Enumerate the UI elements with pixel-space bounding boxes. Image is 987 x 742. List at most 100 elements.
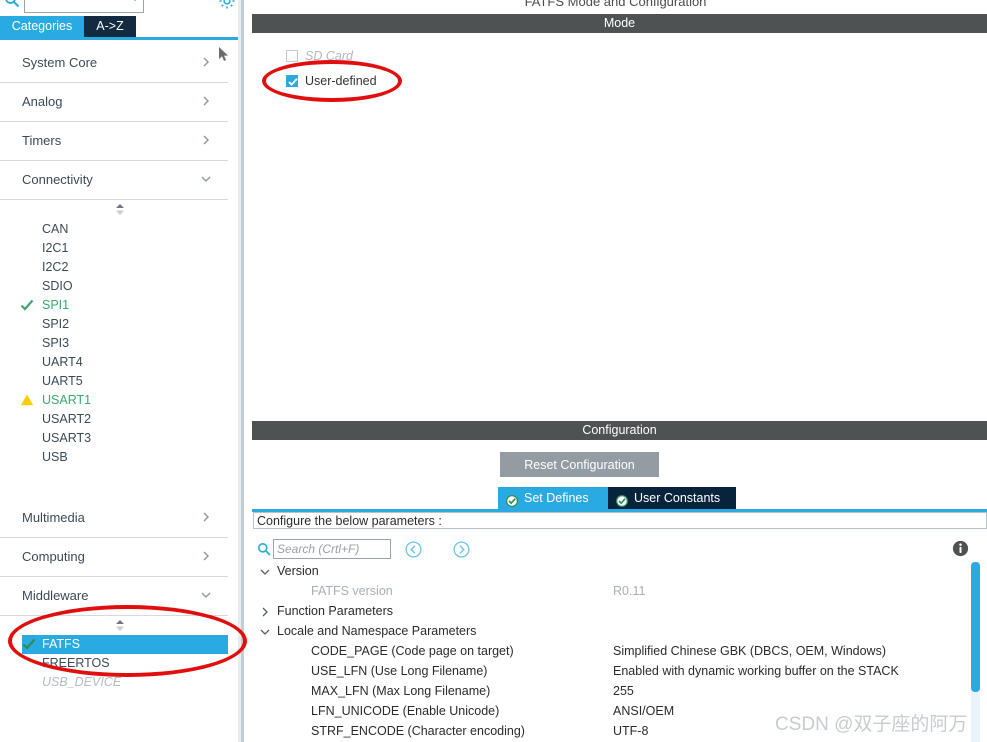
sidebar-tab-underline xyxy=(0,37,244,40)
peripheral-label: USB xyxy=(42,450,68,464)
peripheral-label: UART5 xyxy=(42,374,83,388)
check-icon xyxy=(20,298,34,312)
tree-group-label: Version xyxy=(277,564,319,578)
sidebar-item-uart4[interactable]: UART4 xyxy=(0,353,228,372)
parameter-value: 255 xyxy=(613,684,634,698)
sidebar-item-label: Timers xyxy=(22,133,62,148)
sidebar-item-i2c2[interactable]: I2C2 xyxy=(0,258,228,277)
sidebar-item-middleware[interactable]: Middleware xyxy=(0,577,228,616)
check-circle-icon xyxy=(615,492,629,508)
parameter-name: LFN_UNICODE (Enable Unicode) xyxy=(311,704,500,718)
sidebar-item-spi2[interactable]: SPI2 xyxy=(0,315,228,334)
sidebar-item-system-core[interactable]: System Core xyxy=(0,44,228,83)
sidebar-item-label: Multimedia xyxy=(22,510,85,525)
sidebar-item-usart1[interactable]: USART1 xyxy=(0,391,228,410)
peripheral-label: CAN xyxy=(42,222,69,236)
peripheral-label: SPI2 xyxy=(42,317,70,331)
sidebar-topbar xyxy=(0,0,244,17)
tab-user-constants[interactable]: User Constants xyxy=(608,487,736,509)
checkbox-label: User-defined xyxy=(305,74,377,88)
info-icon[interactable] xyxy=(952,540,969,557)
peripheral-label: UART4 xyxy=(42,355,83,369)
tab-set-defines[interactable]: Set Defines xyxy=(498,487,608,509)
sidebar-item-spi3[interactable]: SPI3 xyxy=(0,334,228,353)
middleware-label: USB_DEVICE xyxy=(42,675,122,689)
tab-a-to-z[interactable]: A->Z xyxy=(84,16,136,37)
peripheral-label: USART3 xyxy=(42,431,92,445)
scroll-nub-icon[interactable] xyxy=(113,619,127,632)
gear-icon[interactable] xyxy=(218,0,236,10)
parameter-value: Simplified Chinese GBK (DBCS, OEM, Windo… xyxy=(613,644,886,658)
table-row[interactable]: USE_LFN (Use Long Filename) Enabled with… xyxy=(253,662,971,682)
chevron-right-icon xyxy=(200,511,212,523)
chevron-down-icon xyxy=(200,173,212,185)
table-row[interactable]: MAX_LFN (Max Long Filename) 255 xyxy=(253,682,971,702)
scrollbar-thumb[interactable] xyxy=(971,562,980,692)
tab-label: Set Defines xyxy=(524,491,589,505)
sidebar-item-sdio[interactable]: SDIO xyxy=(0,277,228,296)
sidebar-item-label: Middleware xyxy=(22,588,89,603)
parameter-name: FATFS version xyxy=(311,584,393,598)
search-input[interactable] xyxy=(273,539,391,559)
peripheral-label: USART2 xyxy=(42,412,92,426)
sidebar-item-uart5[interactable]: UART5 xyxy=(0,372,228,391)
circle-forward-arrow-icon[interactable] xyxy=(453,541,470,558)
tab-label: User Constants xyxy=(634,491,721,505)
sidebar-item-computing[interactable]: Computing xyxy=(0,538,228,577)
stm32cubemx-window: Categories A->Z System Core Analog Timer… xyxy=(0,0,987,742)
checkbox-box-icon xyxy=(286,50,298,62)
chevron-down-icon xyxy=(259,626,271,638)
sidebar-item-analog[interactable]: Analog xyxy=(0,83,228,122)
sidebar-item-can[interactable]: CAN xyxy=(0,220,228,239)
sidebar-tabs: Categories A->Z xyxy=(0,16,244,37)
mouse-cursor-icon xyxy=(219,47,231,63)
table-row[interactable]: CODE_PAGE (Code page on target) Simplifi… xyxy=(253,642,971,662)
peripheral-label: I2C2 xyxy=(42,260,69,274)
sidebar-item-multimedia[interactable]: Multimedia xyxy=(0,499,228,538)
peripheral-label: SPI1 xyxy=(42,298,70,312)
middleware-label: FREERTOS xyxy=(42,656,110,670)
checkbox-box-icon xyxy=(286,75,298,87)
sidebar-item-fatfs[interactable]: FATFS xyxy=(22,635,228,654)
table-row: FATFS version R0.11 xyxy=(253,582,971,602)
sidebar-item-label: System Core xyxy=(22,55,98,70)
check-circle-icon xyxy=(505,492,519,508)
configuration-instruction: Configure the below parameters : xyxy=(253,512,987,529)
chevron-right-icon xyxy=(200,550,212,562)
sidebar-item-i2c1[interactable]: I2C1 xyxy=(0,239,228,258)
parameter-value: UTF-8 xyxy=(613,724,649,738)
checkbox-label: SD Card xyxy=(305,49,353,63)
reset-configuration-button[interactable]: Reset Configuration xyxy=(500,452,659,477)
chevron-right-icon xyxy=(200,56,212,68)
parameter-name: CODE_PAGE (Code page on target) xyxy=(311,644,514,658)
circle-back-arrow-icon[interactable] xyxy=(405,541,422,558)
mode-section-body: SD Card User-defined xyxy=(252,33,987,413)
sidebar-item-timers[interactable]: Timers xyxy=(0,122,228,161)
parameter-search-row xyxy=(253,538,753,564)
sidebar-item-usb[interactable]: USB xyxy=(0,448,228,467)
sidebar-item-connectivity[interactable]: Connectivity xyxy=(0,161,228,200)
parameter-name: MAX_LFN (Max Long Filename) xyxy=(311,684,491,698)
parameter-value: R0.11 xyxy=(613,584,646,598)
sidebar-item-freertos[interactable]: FREERTOS xyxy=(22,654,228,673)
parameter-value: Enabled with dynamic working buffer on t… xyxy=(613,664,899,678)
sidebar-item-usart2[interactable]: USART2 xyxy=(0,410,228,429)
tree-group-version[interactable]: Version xyxy=(253,562,971,582)
middleware-label: FATFS xyxy=(42,637,80,651)
tree-group-locale-namespace[interactable]: Locale and Namespace Parameters xyxy=(253,622,971,642)
sidebar-item-label: Computing xyxy=(22,549,85,564)
sidebar-item-usart3[interactable]: USART3 xyxy=(0,429,228,448)
tab-categories[interactable]: Categories xyxy=(0,16,84,37)
chevron-down-icon xyxy=(131,0,139,1)
chevron-down-icon xyxy=(200,589,212,601)
watermark: CSDN @双子座的阿万 xyxy=(775,714,968,735)
sidebar-search-combobox[interactable] xyxy=(24,0,144,13)
tree-group-label: Function Parameters xyxy=(277,604,394,618)
chevron-down-icon xyxy=(259,566,271,578)
tree-group-function-parameters[interactable]: Function Parameters xyxy=(253,602,971,622)
sidebar-item-spi1[interactable]: SPI1 xyxy=(0,296,228,315)
chevron-right-icon xyxy=(259,606,271,618)
chevron-right-icon xyxy=(200,134,212,146)
chevron-right-icon xyxy=(200,95,212,107)
scroll-nub-icon[interactable] xyxy=(113,203,127,216)
